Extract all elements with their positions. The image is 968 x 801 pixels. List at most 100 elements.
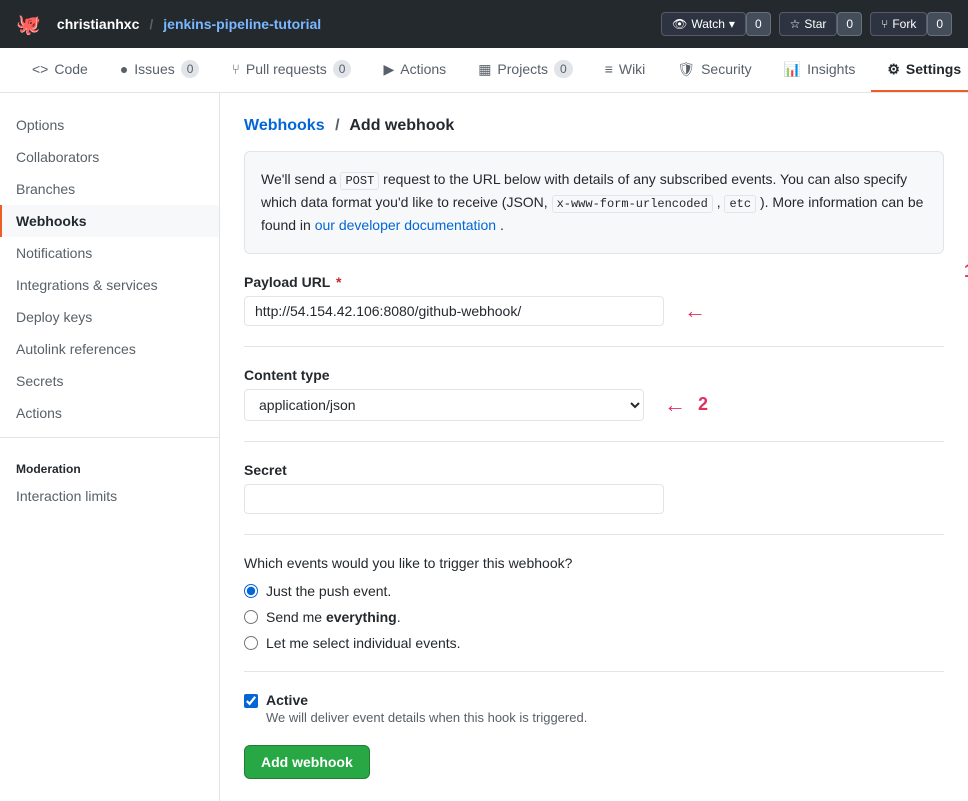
developer-docs-link[interactable]: our developer documentation: [315, 217, 496, 233]
sidebar-item-options[interactable]: Options: [0, 109, 219, 141]
sidebar-item-integrations[interactable]: Integrations & services: [0, 269, 219, 301]
watch-count: 0: [746, 12, 771, 36]
repo-link[interactable]: christianhxc / jenkins-pipeline-tutorial: [57, 16, 321, 32]
content-type-label: Content type: [244, 367, 944, 383]
tab-code[interactable]: <> Code: [16, 48, 104, 92]
chevron-down-icon: ▾: [729, 17, 735, 31]
breadcrumb-link[interactable]: Webhooks: [244, 117, 325, 134]
active-desc: We will deliver event details when this …: [266, 710, 587, 725]
sidebar: Options Collaborators Branches Webhooks …: [0, 93, 220, 801]
projects-badge: 0: [554, 60, 573, 78]
sidebar-item-notifications[interactable]: Notifications: [0, 237, 219, 269]
radio-select-events[interactable]: Let me select individual events.: [244, 635, 944, 651]
actions-icon: ▶: [383, 61, 394, 78]
radio-select-events-input[interactable]: [244, 636, 258, 650]
sidebar-item-secrets[interactable]: Secrets: [0, 365, 219, 397]
eye-icon: 👁: [672, 17, 687, 31]
tab-settings[interactable]: ⚙ Settings: [871, 48, 968, 92]
payload-url-label: Payload URL *: [244, 274, 944, 290]
star-icon: ☆: [790, 17, 801, 31]
secret-input[interactable]: [244, 484, 664, 514]
pr-badge: 0: [333, 60, 352, 78]
owner-name: christianhxc: [57, 16, 139, 32]
fork-count: 0: [927, 12, 952, 36]
sidebar-item-deploy-keys[interactable]: Deploy keys: [0, 301, 219, 333]
breadcrumb-current: Add webhook: [349, 117, 454, 134]
topbar: 🐙 christianhxc / jenkins-pipeline-tutori…: [0, 0, 968, 48]
watch-group: 👁 Watch ▾ 0: [661, 12, 771, 36]
fork-button[interactable]: ⑂ Fork: [870, 12, 927, 36]
tab-wiki[interactable]: ≡ Wiki: [589, 48, 662, 92]
active-label: Active: [266, 692, 587, 708]
radio-everything[interactable]: Send me everything.: [244, 609, 944, 625]
star-button[interactable]: ☆ Star: [779, 12, 838, 36]
tab-security[interactable]: 🛡 Security: [661, 48, 767, 92]
content-type-group: Content type application/json applicatio…: [244, 367, 944, 421]
events-group: Which events would you like to trigger t…: [244, 555, 944, 651]
active-checkbox-item: Active We will deliver event details whe…: [244, 692, 944, 725]
fork-icon: ⑂: [881, 17, 888, 31]
divider-1: [244, 346, 944, 347]
payload-url-input[interactable]: [244, 296, 664, 326]
info-text-5: .: [500, 217, 504, 233]
radio-everything-input[interactable]: [244, 610, 258, 624]
issues-icon: ●: [120, 61, 128, 77]
etc-code: etc: [724, 195, 756, 213]
pr-icon: ⑂: [231, 61, 239, 77]
security-icon: 🛡: [677, 61, 695, 78]
moderation-section-header: Moderation: [0, 446, 219, 480]
brand-separator: /: [149, 16, 153, 32]
radio-group: Just the push event. Send me everything.…: [244, 583, 944, 651]
tab-insights[interactable]: 📊 Insights: [768, 48, 872, 92]
breadcrumb-separator: /: [335, 117, 339, 134]
info-text-1: We'll send a: [261, 171, 340, 187]
add-webhook-button[interactable]: Add webhook: [244, 745, 370, 779]
watch-button[interactable]: 👁 Watch ▾: [661, 12, 746, 36]
info-box: We'll send a POST request to the URL bel…: [244, 151, 944, 254]
issues-badge: 0: [181, 60, 200, 78]
tab-projects[interactable]: ▦ Projects 0: [462, 48, 589, 92]
sidebar-item-actions[interactable]: Actions: [0, 397, 219, 429]
payload-url-group: Payload URL * ← 1: [244, 274, 944, 326]
annotation-2: 2: [698, 394, 708, 415]
nav-tabs: <> Code ● Issues 0 ⑂ Pull requests 0 ▶ A…: [0, 48, 968, 93]
fork-group: ⑂ Fork 0: [870, 12, 952, 36]
divider-3: [244, 534, 944, 535]
active-group: Active We will deliver event details whe…: [244, 692, 944, 725]
topbar-actions: 👁 Watch ▾ 0 ☆ Star 0 ⑂ Fork 0: [661, 12, 952, 36]
octocat-icon: 🐙: [16, 12, 41, 37]
sidebar-item-interaction-limits[interactable]: Interaction limits: [0, 480, 219, 512]
breadcrumb: Webhooks / Add webhook: [244, 117, 944, 135]
code-icon: <>: [32, 61, 48, 77]
required-indicator: *: [336, 274, 341, 290]
main-content: Webhooks / Add webhook We'll send a POST…: [220, 93, 968, 801]
secret-group: Secret: [244, 462, 944, 514]
radio-just-push-input[interactable]: [244, 584, 258, 598]
divider-4: [244, 671, 944, 672]
content-type-select[interactable]: application/json application/x-www-form-…: [244, 389, 644, 421]
star-count: 0: [837, 12, 862, 36]
radio-just-push[interactable]: Just the push event.: [244, 583, 944, 599]
tab-actions[interactable]: ▶ Actions: [367, 48, 462, 92]
annotation-1: 1: [964, 261, 968, 282]
form-code: x-www-form-urlencoded: [552, 195, 713, 213]
tab-pull-requests[interactable]: ⑂ Pull requests 0: [215, 48, 367, 92]
star-group: ☆ Star 0: [779, 12, 862, 36]
content-type-row: application/json application/x-www-form-…: [244, 389, 944, 421]
sidebar-item-webhooks[interactable]: Webhooks: [0, 205, 219, 237]
insights-icon: 📊: [784, 61, 801, 78]
sidebar-divider: [0, 437, 219, 438]
sidebar-item-collaborators[interactable]: Collaborators: [0, 141, 219, 173]
divider-2: [244, 441, 944, 442]
arrow-2: ←: [664, 392, 686, 418]
repo-name: jenkins-pipeline-tutorial: [163, 16, 321, 32]
sidebar-item-branches[interactable]: Branches: [0, 173, 219, 205]
tab-issues[interactable]: ● Issues 0: [104, 48, 216, 92]
settings-icon: ⚙: [887, 61, 900, 78]
arrow-1: ←: [684, 298, 706, 324]
events-question: Which events would you like to trigger t…: [244, 555, 944, 571]
wiki-icon: ≡: [605, 61, 613, 77]
active-checkbox[interactable]: [244, 694, 258, 708]
secret-label: Secret: [244, 462, 944, 478]
sidebar-item-autolink[interactable]: Autolink references: [0, 333, 219, 365]
